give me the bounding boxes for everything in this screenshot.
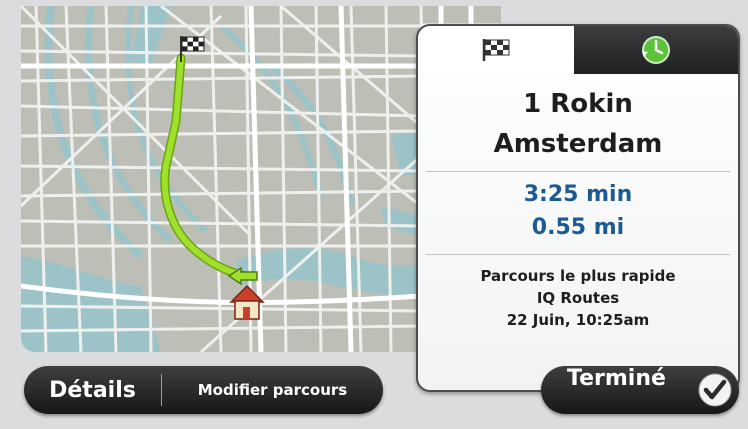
done-button-label: Terminé <box>567 366 666 391</box>
done-button[interactable]: Terminé <box>541 366 739 414</box>
clock-arrow-icon <box>642 36 670 64</box>
travel-time: 3:25 min <box>523 182 633 207</box>
route-summary-panel: 1 Rokin Amsterdam 3:25 min 0.55 mi Parco… <box>416 24 740 392</box>
destination-street: 1 Rokin <box>523 89 633 119</box>
checkered-flag-icon <box>482 39 510 61</box>
route-type: Parcours le plus rapide <box>480 267 676 285</box>
destination-city: Amsterdam <box>493 129 663 159</box>
modify-route-button[interactable]: Modifier parcours <box>162 366 383 414</box>
details-button[interactable]: Détails <box>24 366 161 414</box>
traffic-source: IQ Routes <box>536 289 620 307</box>
divider <box>426 171 730 172</box>
checkmark-icon <box>698 373 732 407</box>
bottom-button-group: Détails Modifier parcours <box>24 366 383 414</box>
departure-datetime: 22 Juin, 10:25am <box>506 311 650 329</box>
tab-arrival-time[interactable] <box>574 26 738 74</box>
divider <box>426 254 730 255</box>
travel-distance: 0.55 mi <box>531 215 625 240</box>
route-details: 1 Rokin Amsterdam 3:25 min 0.55 mi Parco… <box>418 74 738 331</box>
route-summary-screen: 1 Rokin Amsterdam 3:25 min 0.55 mi Parco… <box>0 0 748 429</box>
tab-destination[interactable] <box>418 26 574 74</box>
